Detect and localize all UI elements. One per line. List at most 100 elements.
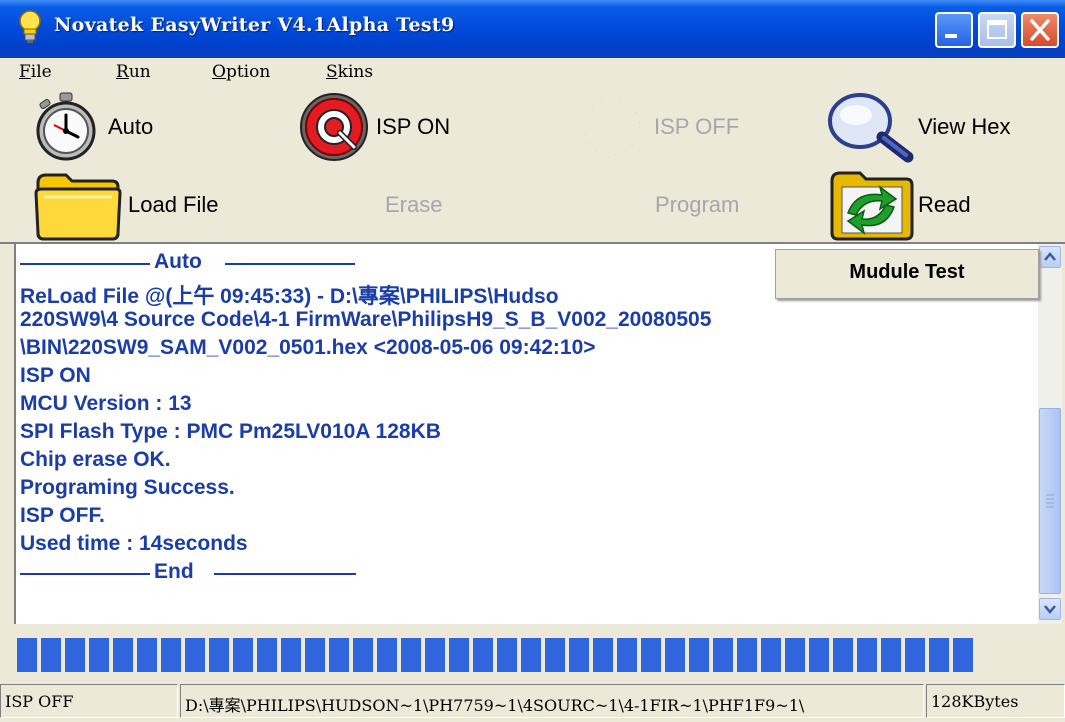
- log-header: Auto: [154, 250, 202, 273]
- isp-on-label: ISP ON: [376, 114, 451, 139]
- minimize-icon: [945, 34, 957, 38]
- erase-label: Erase: [385, 192, 443, 217]
- progress-block: [497, 638, 517, 672]
- status-size: 128KBytes: [926, 684, 1065, 718]
- scroll-up-button[interactable]: [1039, 246, 1061, 268]
- progress-block: [689, 638, 709, 672]
- log-header-rule-right: [225, 263, 355, 265]
- scroll-down-button[interactable]: [1039, 598, 1061, 620]
- progress-bar: [17, 634, 1065, 678]
- magnifier-icon: [828, 93, 914, 163]
- load-file-button[interactable]: Load File: [32, 170, 219, 241]
- maximize-icon: [987, 20, 1007, 39]
- module-test-label: Mudule Test: [849, 261, 965, 283]
- isp-on-button[interactable]: ISP ON: [298, 92, 450, 162]
- program-label: Program: [655, 192, 740, 217]
- progress-block: [329, 638, 349, 672]
- window-title: Novatek EasyWriter V4.1Alpha Test9: [54, 14, 455, 36]
- progress-block: [257, 638, 277, 672]
- menu-bar: File Run Option Skins: [0, 58, 1065, 90]
- power-off-icon: [583, 98, 641, 156]
- log-scrollbar[interactable]: [1038, 244, 1062, 624]
- progress-block: [785, 638, 805, 672]
- progress-block: [665, 638, 685, 672]
- menu-run[interactable]: Run: [116, 62, 151, 82]
- progress-block: [857, 638, 877, 672]
- progress-block: [449, 638, 469, 672]
- progress-block: [761, 638, 781, 672]
- progress-block: [233, 638, 253, 672]
- chevron-up-icon: [1044, 252, 1056, 261]
- log-line: ReLoad File @(上午 09:45:33) - D:\專案\PHILI…: [20, 285, 559, 308]
- progress-block: [305, 638, 325, 672]
- menu-option-accel: O: [212, 62, 226, 82]
- menu-run-rest: un: [128, 62, 151, 82]
- view-hex-button[interactable]: View Hex: [826, 92, 1011, 163]
- progress-block: [209, 638, 229, 672]
- menu-option-rest: ption: [225, 62, 271, 82]
- log-line: ISP ON: [20, 364, 91, 387]
- close-icon: [1030, 19, 1050, 41]
- title-bar: Novatek EasyWriter V4.1Alpha Test9: [0, 0, 1065, 58]
- auto-button[interactable]: Auto: [30, 92, 153, 162]
- status-state: ISP OFF: [0, 684, 178, 718]
- log-output: Auto ReLoad File @(上午 09:45:33) - D:\專案\…: [14, 244, 1040, 624]
- stopwatch-icon: [36, 92, 96, 161]
- log-line: Chip erase OK.: [20, 448, 171, 471]
- progress-block: [737, 638, 757, 672]
- view-hex-label: View Hex: [918, 114, 1011, 139]
- module-test-popup[interactable]: Mudule Test: [775, 249, 1039, 299]
- erase-button[interactable]: Erase: [385, 170, 442, 240]
- maximize-button[interactable]: [978, 12, 1016, 48]
- menu-skins-rest: kins: [337, 62, 374, 82]
- menu-file-rest: ile: [30, 62, 52, 82]
- read-button[interactable]: Read: [826, 170, 971, 241]
- progress-block: [425, 638, 445, 672]
- log-line: 220SW9\4 Source Code\4-1 FirmWare\Philip…: [20, 308, 712, 331]
- status-path: D:\專案\PHILIPS\HUDSON~1\PH7759~1\4SOURC~1…: [180, 684, 924, 718]
- power-on-icon: [300, 93, 368, 161]
- progress-block: [281, 638, 301, 672]
- progress-block: [809, 638, 829, 672]
- progress-block: [89, 638, 109, 672]
- progress-block: [401, 638, 421, 672]
- progress-block: [377, 638, 397, 672]
- grip-icon: [1046, 494, 1054, 508]
- progress-block: [161, 638, 181, 672]
- progress-area: [0, 626, 1065, 678]
- auto-label: Auto: [108, 114, 154, 139]
- close-button[interactable]: [1021, 12, 1059, 48]
- log-line: \BIN\220SW9_SAM_V002_0501.hex <2008-05-0…: [20, 336, 596, 359]
- progress-block: [833, 638, 853, 672]
- menu-skins[interactable]: Skins: [326, 62, 373, 82]
- isp-off-button[interactable]: ISP OFF: [576, 92, 739, 162]
- progress-block: [17, 638, 37, 672]
- progress-block: [113, 638, 133, 672]
- progress-block: [593, 638, 613, 672]
- progress-block: [641, 638, 661, 672]
- toolbar: Auto ISP ON ISP OFF View Hex Load File E…: [0, 90, 1065, 244]
- progress-block: [41, 638, 61, 672]
- load-file-label: Load File: [128, 192, 219, 217]
- scroll-thumb[interactable]: [1039, 408, 1061, 594]
- menu-file[interactable]: File: [19, 62, 52, 82]
- read-label: Read: [918, 192, 971, 217]
- folder-icon: [34, 173, 122, 241]
- progress-block: [185, 638, 205, 672]
- chevron-down-icon: [1044, 605, 1056, 614]
- progress-block: [521, 638, 541, 672]
- menu-option[interactable]: Option: [212, 62, 270, 82]
- progress-block: [881, 638, 901, 672]
- isp-off-label: ISP OFF: [654, 114, 740, 139]
- minimize-button[interactable]: [935, 12, 973, 48]
- progress-block: [617, 638, 637, 672]
- read-folder-icon: [830, 171, 914, 241]
- program-button[interactable]: Program: [655, 170, 739, 240]
- progress-block: [65, 638, 85, 672]
- progress-block: [137, 638, 157, 672]
- progress-block: [473, 638, 493, 672]
- log-line: SPI Flash Type : PMC Pm25LV010A 128KB: [20, 420, 441, 443]
- log-footer-rule-right: [214, 573, 356, 575]
- progress-block: [569, 638, 589, 672]
- status-bar: ISP OFF D:\專案\PHILIPS\HUDSON~1\PH7759~1\…: [0, 678, 1065, 722]
